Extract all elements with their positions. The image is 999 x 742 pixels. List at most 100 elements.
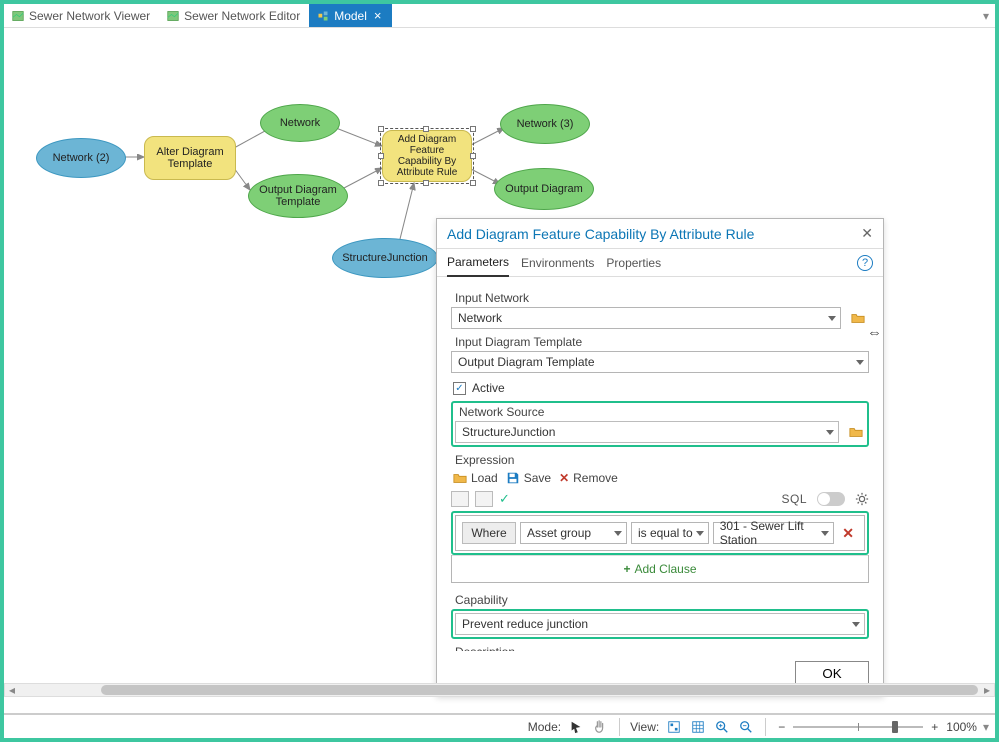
zoom-percent[interactable]: 100% (946, 720, 977, 734)
select-mode-icon[interactable] (567, 718, 585, 736)
tab-environments[interactable]: Environments (521, 250, 594, 276)
tab-sewer-viewer[interactable]: Sewer Network Viewer (4, 4, 159, 27)
label-expression: Expression (455, 453, 869, 467)
chevron-down-icon (828, 316, 836, 321)
resize-cursor-icon: ⇔ (867, 324, 882, 341)
plus-icon: + (623, 562, 630, 576)
input-network-combo[interactable]: Network (451, 307, 841, 329)
node-network-2[interactable]: Network (2) (36, 138, 126, 178)
tab-sewer-editor[interactable]: Sewer Network Editor (159, 4, 309, 27)
map-icon (167, 10, 179, 22)
label-active: Active (472, 381, 505, 395)
label-network-source: Network Source (459, 405, 865, 419)
validate-icon[interactable]: ✓ (499, 491, 510, 507)
resize-handle[interactable] (470, 153, 476, 159)
chevron-down-icon[interactable]: ▾ (977, 9, 995, 23)
resize-handle[interactable] (378, 153, 384, 159)
save-button[interactable]: Save (506, 471, 551, 485)
remove-clause-button[interactable]: ✕ (838, 525, 858, 542)
fit-view-icon[interactable] (689, 718, 707, 736)
highlight-clause: Where Asset group is equal to 301 - Sewe… (451, 511, 869, 555)
horizontal-scrollbar[interactable]: ◂ ▸ (4, 683, 995, 697)
input-template-value: Output Diagram Template (458, 355, 595, 369)
resize-handle[interactable] (423, 126, 429, 132)
scrollbar-thumb[interactable] (101, 685, 978, 695)
zoom-plus[interactable]: + (929, 720, 940, 734)
zoom-slider[interactable] (793, 721, 923, 733)
resize-handle[interactable] (470, 180, 476, 186)
close-icon[interactable]: ✕ (861, 225, 873, 242)
clause-value-select[interactable]: 301 - Sewer Lift Station (713, 522, 835, 544)
model-canvas[interactable]: Network (2) Alter Diagram Template Netwo… (4, 28, 995, 714)
browse-button[interactable] (845, 421, 867, 443)
resize-handle[interactable] (378, 180, 384, 186)
tab-label: Sewer Network Viewer (29, 9, 150, 23)
resize-handle[interactable] (423, 180, 429, 186)
input-template-combo[interactable]: Output Diagram Template (451, 351, 869, 373)
chevron-down-icon (696, 531, 704, 536)
tab-label: Sewer Network Editor (184, 9, 300, 23)
tab-model[interactable]: Model × (309, 4, 392, 27)
add-clause-icon-button[interactable] (451, 491, 469, 507)
capability-value: Prevent reduce junction (462, 617, 588, 631)
node-network[interactable]: Network (260, 104, 340, 142)
dialog-title-bar: Add Diagram Feature Capability By Attrib… (437, 219, 883, 249)
pan-mode-icon[interactable] (591, 718, 609, 736)
status-bar: Mode: View: − + 100% ▾ (4, 714, 995, 738)
save-icon (506, 471, 520, 485)
close-icon[interactable]: × (372, 9, 384, 22)
tab-properties[interactable]: Properties (606, 250, 661, 276)
expression-toolbar: Load Save ✕ Remove (453, 471, 869, 485)
load-button[interactable]: Load (453, 471, 498, 485)
clause-toolbar: ✓ SQL (451, 491, 869, 507)
chevron-down-icon (856, 360, 864, 365)
help-icon[interactable]: ? (857, 255, 873, 271)
active-checkbox[interactable]: ✓ (453, 382, 466, 395)
add-clause-row: +Add Clause (451, 555, 869, 583)
node-output-diagram-template[interactable]: Output Diagram Template (248, 174, 348, 218)
chevron-down-icon[interactable]: ▾ (983, 720, 989, 734)
ok-button[interactable]: OK (795, 661, 869, 685)
node-structure-junction[interactable]: StructureJunction (332, 238, 438, 278)
chevron-down-icon (852, 622, 860, 627)
folder-icon (851, 311, 865, 325)
capability-combo[interactable]: Prevent reduce junction (455, 613, 865, 635)
sql-label: SQL (781, 492, 807, 506)
x-icon: ✕ (559, 471, 569, 485)
browse-button[interactable] (847, 307, 869, 329)
input-network-value: Network (458, 311, 502, 325)
clause-field-select[interactable]: Asset group (520, 522, 627, 544)
tool-dialog: Add Diagram Feature Capability By Attrib… (436, 218, 884, 696)
add-clause-button[interactable]: +Add Clause (452, 555, 868, 582)
view-label: View: (630, 720, 659, 734)
autolayout-icon[interactable] (665, 718, 683, 736)
tab-parameters[interactable]: Parameters (447, 249, 509, 277)
highlight-capability: Prevent reduce junction (451, 609, 869, 639)
scroll-right-icon[interactable]: ▸ (980, 683, 994, 697)
remove-button[interactable]: ✕ Remove (559, 471, 618, 485)
folder-icon (849, 425, 863, 439)
chevron-down-icon (821, 531, 829, 536)
sql-toggle[interactable] (817, 492, 845, 506)
network-source-combo[interactable]: StructureJunction (455, 421, 839, 443)
zoom-out-icon[interactable] (737, 718, 755, 736)
gear-icon[interactable] (855, 492, 869, 506)
zoom-slider-handle[interactable] (892, 721, 898, 733)
zoom-in-icon[interactable] (713, 718, 731, 736)
node-network-3[interactable]: Network (3) (500, 104, 590, 144)
zoom-minus[interactable]: − (776, 720, 787, 734)
node-add-diagram-feature-capability[interactable]: Add Diagram Feature Capability By Attrib… (382, 130, 472, 182)
resize-handle[interactable] (378, 126, 384, 132)
node-output-diagram[interactable]: Output Diagram (494, 168, 594, 210)
resize-handle[interactable] (470, 126, 476, 132)
add-group-icon-button[interactable] (475, 491, 493, 507)
chevron-down-icon (614, 531, 622, 536)
dialog-body: Input Network Network Input Diagram Temp… (437, 277, 883, 651)
scroll-left-icon[interactable]: ◂ (5, 683, 19, 697)
model-icon (317, 10, 329, 22)
dialog-tabs: Parameters Environments Properties ? (437, 249, 883, 277)
dialog-title: Add Diagram Feature Capability By Attrib… (447, 226, 754, 242)
clause-operator-select[interactable]: is equal to (631, 522, 709, 544)
node-alter-diagram-template[interactable]: Alter Diagram Template (144, 136, 236, 180)
where-label: Where (462, 522, 516, 544)
